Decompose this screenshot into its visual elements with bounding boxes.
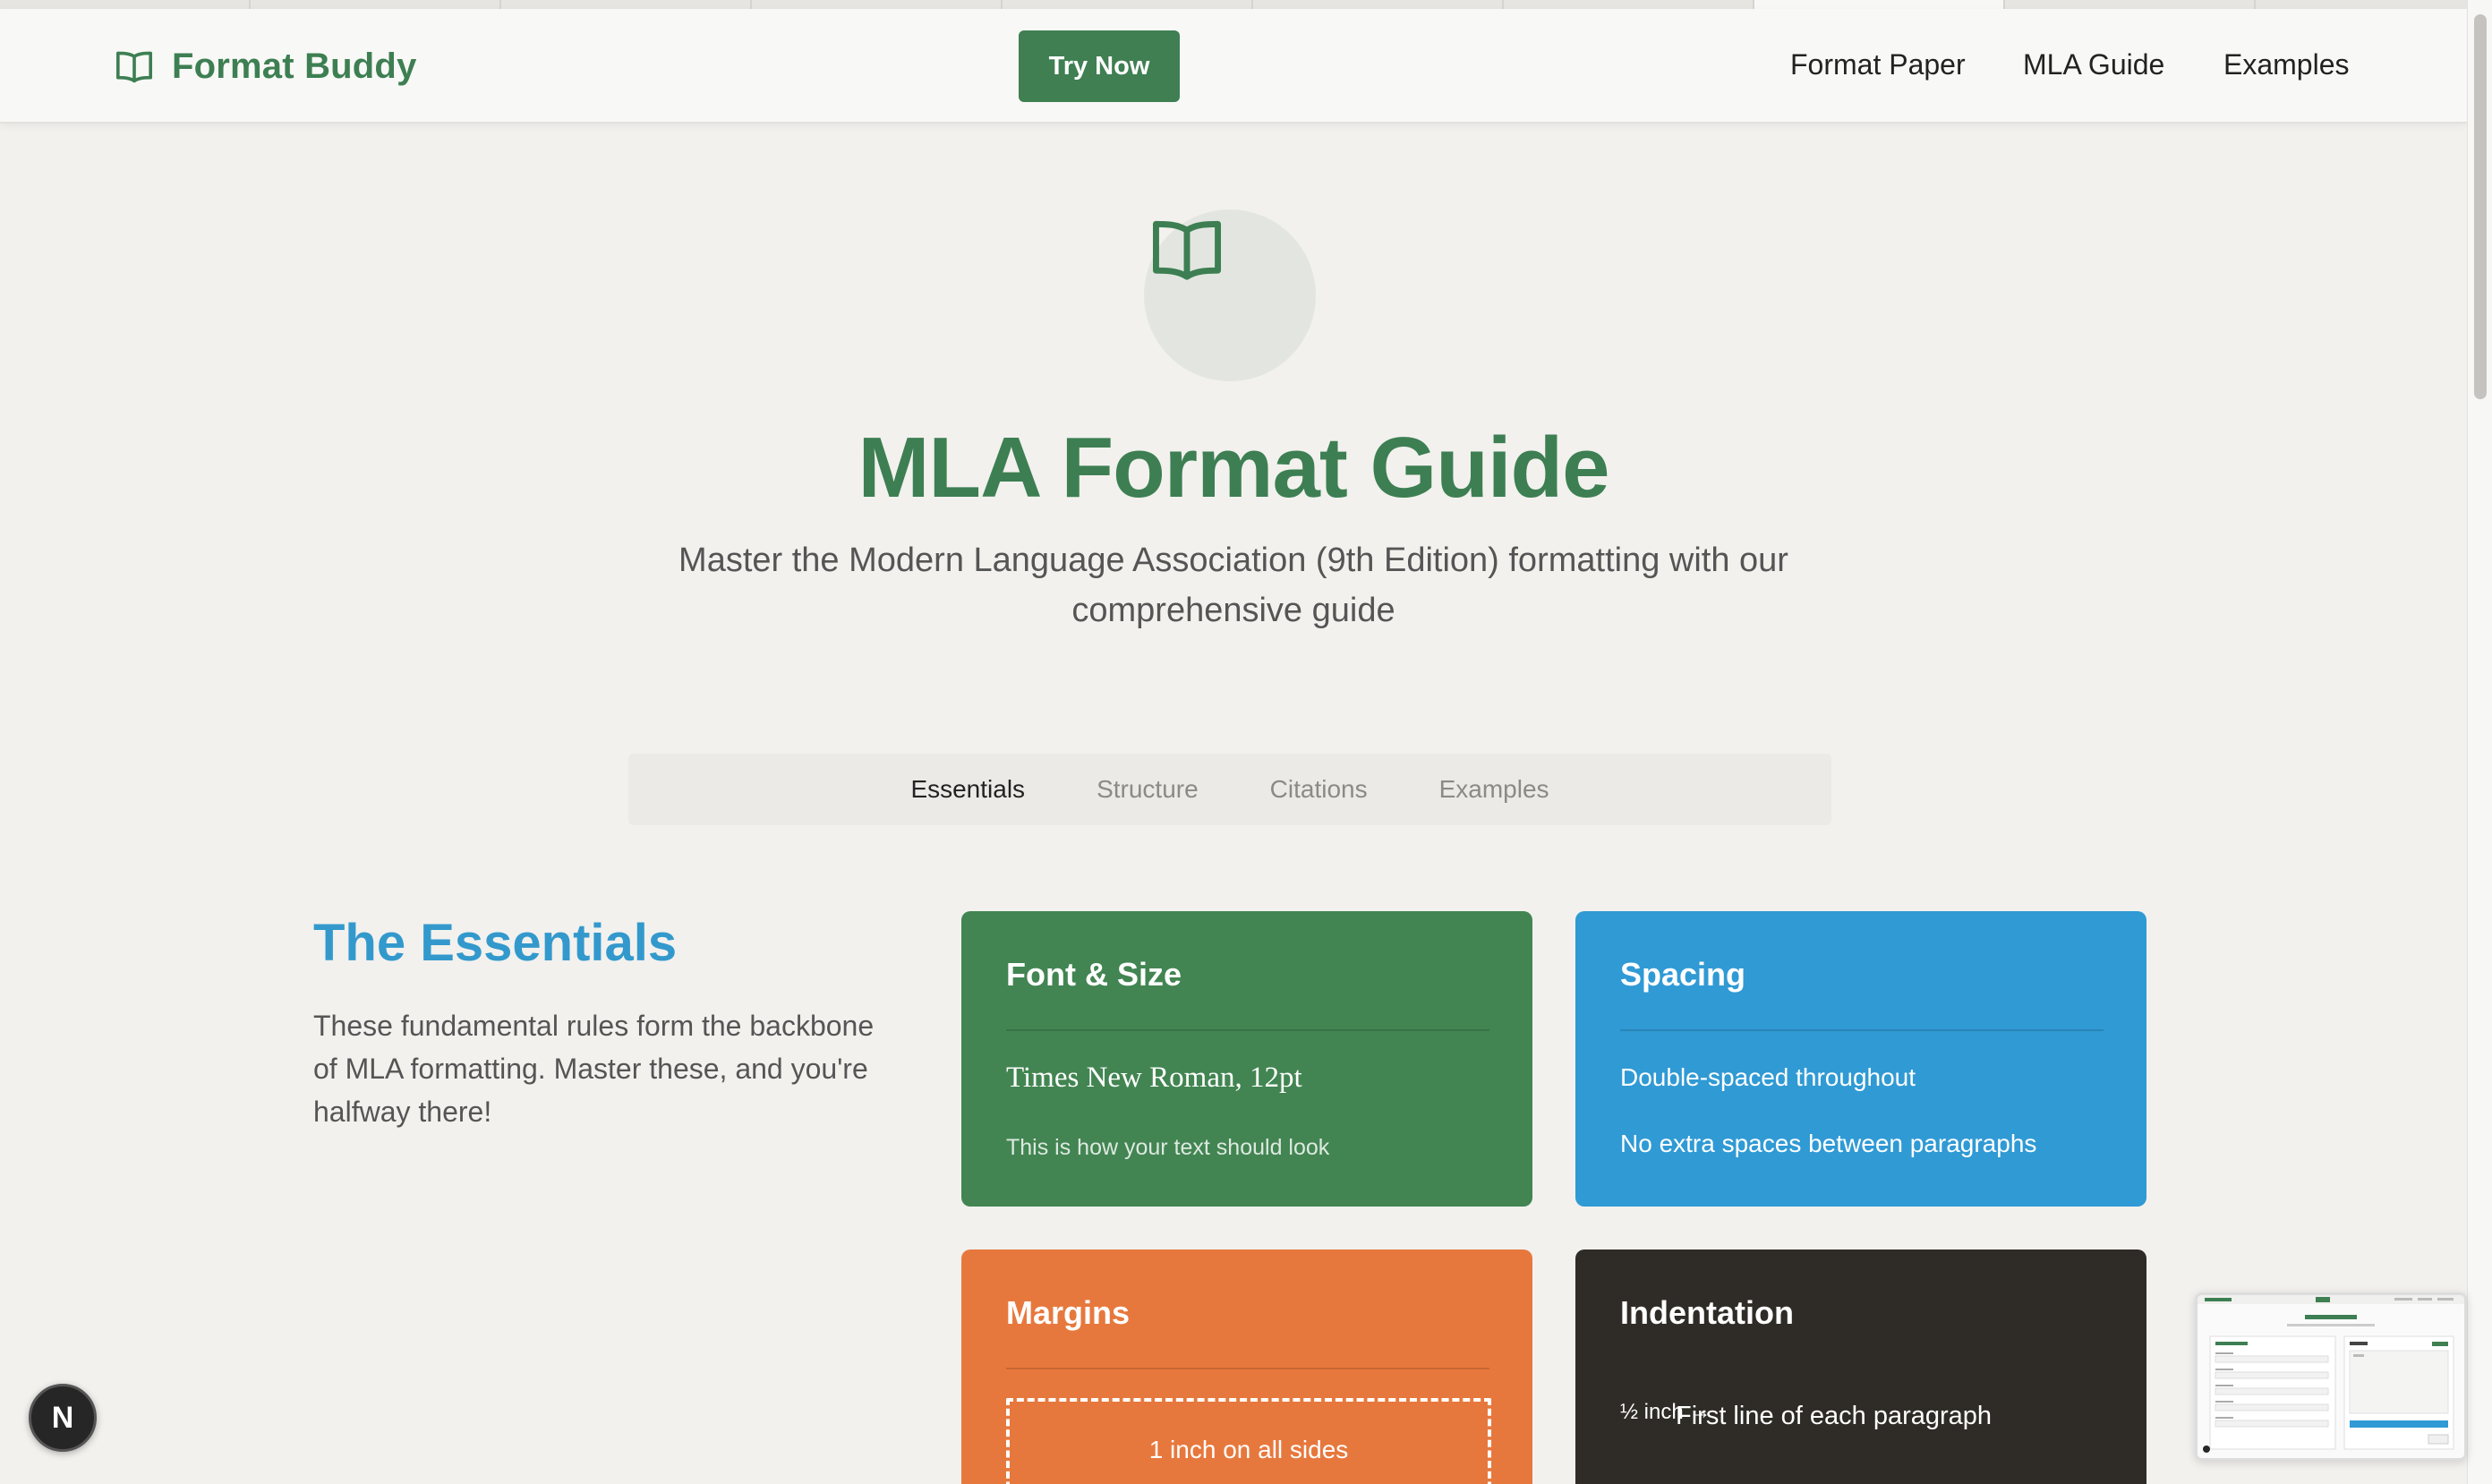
brand-name: Format Buddy bbox=[172, 46, 417, 86]
open-book-icon bbox=[116, 51, 152, 83]
font-sample: Times New Roman, 12pt bbox=[1006, 1062, 1302, 1094]
preview-miniature bbox=[2198, 1295, 2464, 1458]
nav-mla-guide[interactable]: MLA Guide bbox=[2023, 48, 2164, 84]
tab-segment bbox=[2005, 0, 2256, 9]
font-caption: This is how your text should look bbox=[1006, 1135, 1330, 1160]
open-book-icon bbox=[1153, 220, 1221, 280]
tab-segment bbox=[251, 0, 501, 9]
card-divider bbox=[1006, 1368, 1489, 1369]
tab-segment bbox=[752, 0, 1003, 9]
tab-segment bbox=[1253, 0, 1504, 9]
essentials-heading: The Essentials bbox=[313, 914, 678, 972]
card-divider bbox=[1006, 1029, 1489, 1031]
margin-rule: 1 inch on all sides bbox=[1148, 1436, 1349, 1463]
spacing-rule: Double-spaced throughout bbox=[1620, 1063, 1916, 1091]
browser-tab-strip bbox=[0, 0, 2492, 9]
card-title: Spacing bbox=[1620, 956, 1746, 993]
tab-segment-active bbox=[1754, 0, 2005, 9]
n-avatar-button[interactable]: N bbox=[29, 1384, 97, 1452]
tab-citations[interactable]: Citations bbox=[1270, 775, 1368, 804]
margins-card: Margins 1 inch on all sides bbox=[961, 1249, 1532, 1484]
essentials-description: These fundamental rules form the backbon… bbox=[313, 1010, 875, 1128]
site-header: Format Buddy Try Now Format Paper MLA Gu… bbox=[0, 9, 2467, 124]
guide-tabs: Essentials Structure Citations Examples bbox=[628, 754, 1831, 825]
tab-segment bbox=[0, 0, 251, 9]
indentation-card: Indentation ½ inch → First line of each … bbox=[1575, 1249, 2146, 1484]
card-divider bbox=[1620, 1029, 2104, 1031]
margin-illustration: 1 inch on all sides bbox=[1006, 1398, 1491, 1484]
card-title: Font & Size bbox=[1006, 956, 1182, 993]
tab-structure[interactable]: Structure bbox=[1097, 775, 1199, 804]
tab-segment bbox=[1003, 0, 1253, 9]
brand-link[interactable]: Format Buddy bbox=[115, 43, 417, 90]
indent-rule: First line of each paragraph bbox=[1676, 1402, 1993, 1430]
nav-examples[interactable]: Examples bbox=[2223, 48, 2350, 84]
page-title: MLA Format Guide bbox=[858, 420, 1609, 516]
font-size-card: Font & Size Times New Roman, 12pt This i… bbox=[961, 911, 1532, 1207]
page-scrollbar[interactable] bbox=[2467, 0, 2492, 1484]
spacing-card: Spacing Double-spaced throughout No extr… bbox=[1575, 911, 2146, 1207]
try-now-button[interactable]: Try Now bbox=[1019, 30, 1180, 102]
scrollbar-thumb[interactable] bbox=[2474, 14, 2487, 399]
tab-segment bbox=[501, 0, 752, 9]
tab-segment bbox=[1504, 0, 1754, 9]
page-subtitle: Master the Modern Language Association (… bbox=[678, 542, 1788, 629]
spacing-rule: No extra spaces between paragraphs bbox=[1620, 1130, 2037, 1157]
card-title: Indentation bbox=[1620, 1294, 1794, 1331]
tab-examples[interactable]: Examples bbox=[1439, 775, 1549, 804]
nav-format-paper[interactable]: Format Paper bbox=[1790, 48, 1966, 84]
page-preview-thumbnail[interactable] bbox=[2195, 1292, 2467, 1461]
tab-essentials[interactable]: Essentials bbox=[910, 775, 1025, 804]
card-title: Margins bbox=[1006, 1294, 1131, 1331]
